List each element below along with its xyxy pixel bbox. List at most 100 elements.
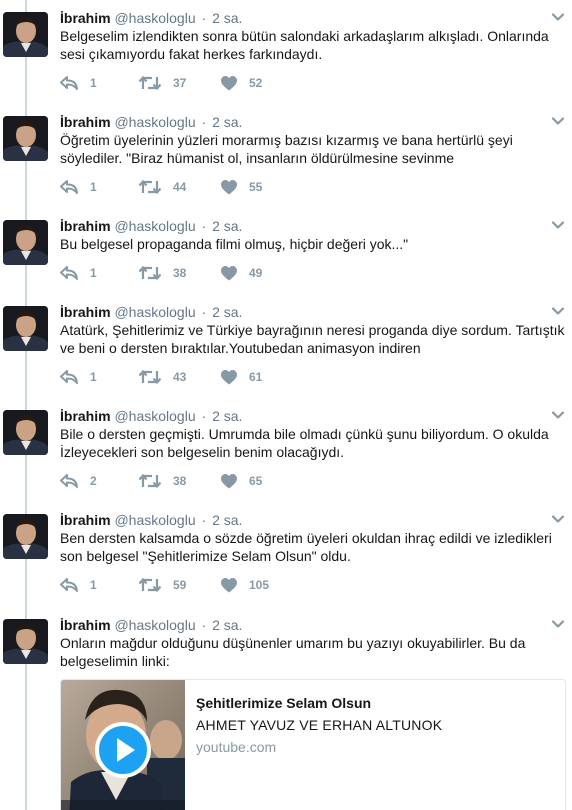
avatar[interactable] [3, 410, 48, 455]
avatar[interactable] [3, 220, 48, 265]
reply-count: 1 [90, 180, 97, 194]
tweet-header: İbrahim @haskologlu · 2 sa. [60, 616, 242, 634]
retweet-button[interactable]: 38 [139, 471, 186, 491]
tweet-header: İbrahim @haskologlu · 2 sa. [60, 113, 242, 131]
retweet-count: 38 [173, 474, 187, 488]
author-handle[interactable]: @haskologlu [114, 617, 195, 633]
retweet-button[interactable]: 38 [139, 263, 186, 283]
reply-icon [60, 577, 78, 593]
chevron-down-icon[interactable] [551, 114, 565, 128]
reply-button[interactable]: 1 [60, 263, 97, 283]
like-count: 65 [249, 474, 263, 488]
like-button[interactable]: 105 [221, 575, 269, 595]
heart-icon [221, 179, 237, 195]
tweet-text: Bile o dersten geçmişti. Umrumda bile ol… [60, 426, 549, 460]
play-icon[interactable] [95, 722, 151, 778]
avatar[interactable] [3, 116, 48, 161]
like-count: 105 [249, 578, 270, 592]
author-name[interactable]: İbrahim [60, 114, 111, 130]
chevron-down-icon[interactable] [551, 408, 565, 422]
chevron-down-icon[interactable] [551, 10, 565, 24]
video-thumbnail[interactable] [61, 680, 185, 810]
heart-icon [221, 369, 237, 385]
tweet-actions: 1 59 105 [60, 575, 360, 595]
chevron-down-icon[interactable] [551, 218, 565, 232]
chevron-down-icon[interactable] [551, 512, 565, 526]
tweet-header: İbrahim @haskologlu · 2 sa. [60, 303, 242, 321]
like-button[interactable]: 49 [221, 263, 262, 283]
tweet-actions: 2 38 65 [60, 471, 360, 491]
card-description: AHMET YAVUZ VE ERHAN ALTUNOK [196, 717, 443, 733]
author-handle[interactable]: @haskologlu [114, 218, 195, 234]
like-count: 55 [249, 180, 263, 194]
avatar[interactable] [3, 619, 48, 664]
reply-icon [60, 369, 78, 385]
author-handle[interactable]: @haskologlu [114, 304, 195, 320]
tweet-text: Onların mağdur olduğunu düşünenler umarı… [60, 635, 526, 669]
avatar[interactable] [3, 12, 48, 57]
retweet-button[interactable]: 59 [139, 575, 186, 595]
like-button[interactable]: 65 [221, 471, 262, 491]
timestamp[interactable]: 2 sa. [212, 617, 242, 633]
reply-count: 1 [90, 76, 97, 90]
timestamp[interactable]: 2 sa. [212, 10, 242, 26]
reply-icon [60, 179, 78, 195]
avatar[interactable] [3, 306, 48, 351]
timestamp[interactable]: 2 sa. [212, 304, 242, 320]
retweet-count: 59 [173, 578, 187, 592]
author-name[interactable]: İbrahim [60, 304, 111, 320]
author-name[interactable]: İbrahim [60, 10, 111, 26]
retweet-icon [139, 473, 161, 489]
heart-icon [221, 75, 237, 91]
like-button[interactable]: 52 [221, 73, 262, 93]
card-domain: youtube.com [196, 739, 277, 755]
author-name[interactable]: İbrahim [60, 408, 111, 424]
reply-icon [60, 75, 78, 91]
like-button[interactable]: 55 [221, 177, 262, 197]
retweet-button[interactable]: 37 [139, 73, 186, 93]
like-button[interactable]: 61 [221, 367, 262, 387]
tweet-text: Ben dersten kalsamda o sözde öğretim üye… [60, 530, 552, 564]
reply-button[interactable]: 2 [60, 471, 97, 491]
retweet-icon [139, 369, 161, 385]
retweet-button[interactable]: 44 [139, 177, 186, 197]
reply-count: 1 [90, 578, 97, 592]
timestamp[interactable]: 2 sa. [212, 512, 242, 528]
timestamp[interactable]: 2 sa. [212, 408, 242, 424]
author-handle[interactable]: @haskologlu [114, 114, 195, 130]
reply-button[interactable]: 1 [60, 575, 97, 595]
separator-dot: · [201, 218, 207, 234]
reply-button[interactable]: 1 [60, 177, 97, 197]
reply-button[interactable]: 1 [60, 73, 97, 93]
tweet-actions: 1 37 52 [60, 73, 360, 93]
tweet-actions: 1 38 49 [60, 263, 360, 283]
tweet-text: Belgeselim izlendikten sonra bütün salon… [60, 28, 549, 62]
author-name[interactable]: İbrahim [60, 218, 111, 234]
reply-count: 1 [90, 266, 97, 280]
author-name[interactable]: İbrahim [60, 512, 111, 528]
reply-icon [60, 473, 78, 489]
heart-icon [221, 265, 237, 281]
avatar[interactable] [3, 514, 48, 559]
separator-dot: · [201, 408, 207, 424]
author-handle[interactable]: @haskologlu [114, 512, 195, 528]
author-handle[interactable]: @haskologlu [114, 408, 195, 424]
like-count: 61 [249, 370, 263, 384]
retweet-icon [139, 75, 161, 91]
author-name[interactable]: İbrahim [60, 617, 111, 633]
link-card[interactable]: Şehitlerimize Selam Olsun AHMET YAVUZ VE… [60, 679, 566, 810]
timestamp[interactable]: 2 sa. [212, 218, 242, 234]
tweet-header: İbrahim @haskologlu · 2 sa. [60, 217, 242, 235]
chevron-down-icon[interactable] [551, 617, 565, 631]
retweet-icon [139, 265, 161, 281]
card-title[interactable]: Şehitlerimize Selam Olsun [196, 694, 556, 712]
author-handle[interactable]: @haskologlu [114, 10, 195, 26]
reply-button[interactable]: 1 [60, 367, 97, 387]
retweet-button[interactable]: 43 [139, 367, 186, 387]
timestamp[interactable]: 2 sa. [212, 114, 242, 130]
retweet-icon [139, 179, 161, 195]
retweet-count: 38 [173, 266, 187, 280]
heart-icon [221, 577, 237, 593]
retweet-count: 44 [173, 180, 187, 194]
chevron-down-icon[interactable] [551, 304, 565, 318]
